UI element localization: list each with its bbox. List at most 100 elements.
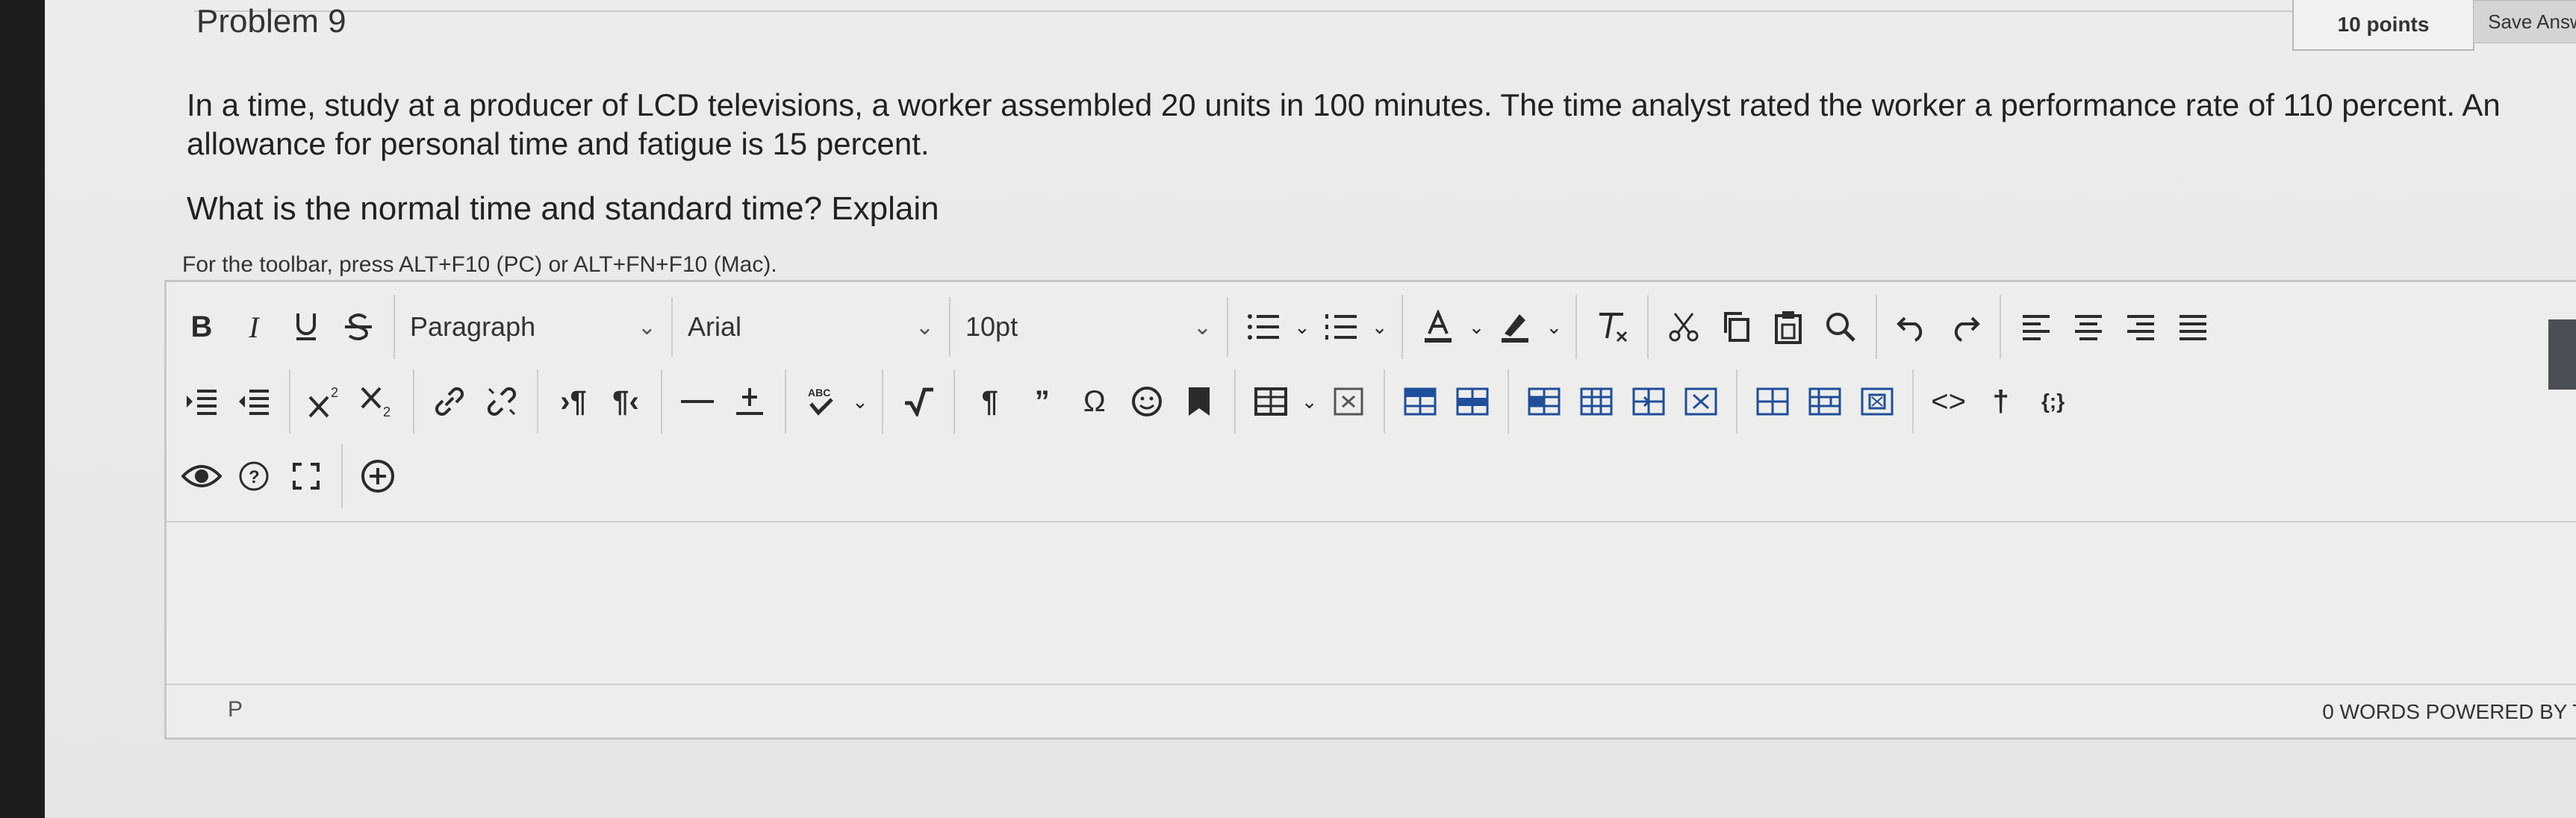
align-justify-icon[interactable] <box>2171 301 2215 353</box>
copy-icon[interactable] <box>1714 301 1758 353</box>
preview-eye-icon[interactable] <box>180 450 223 502</box>
chevron-down-icon: ⌄ <box>637 314 656 340</box>
blockquote-icon[interactable]: ” <box>1021 375 1064 428</box>
code-sample-icon[interactable]: {;} <box>2032 375 2075 428</box>
svg-text:2: 2 <box>383 405 391 418</box>
merge-cells-icon[interactable] <box>1751 375 1794 428</box>
add-content-group <box>343 444 413 508</box>
outdent-icon[interactable] <box>232 375 276 428</box>
editor-content-area[interactable] <box>167 522 2576 679</box>
block-format-value: Paragraph <box>410 311 536 342</box>
toolbar-row-1: B I Paragraph ⌄ Arial ⌄ 10pt ⌄ ⌄ ⌄ ⌄ ⌄ <box>167 293 2228 360</box>
svg-text:2: 2 <box>331 385 338 400</box>
table-merge-group <box>1737 369 1914 434</box>
points-badge: 10 points <box>2292 0 2474 51</box>
italic-button[interactable]: I <box>232 301 276 353</box>
split-cells-icon[interactable] <box>1803 375 1847 428</box>
page: Problem 9 10 points Save Answer In a tim… <box>45 0 2576 818</box>
redo-icon[interactable] <box>1943 301 1986 353</box>
numbered-list-icon[interactable] <box>1319 301 1363 353</box>
spellcheck-group: ABC ⌄ <box>786 369 883 434</box>
delete-column-icon[interactable] <box>1679 375 1723 428</box>
direction-group: ›¶ ¶‹ <box>538 369 662 434</box>
cut-icon[interactable] <box>1662 301 1705 353</box>
chevron-down-icon[interactable]: ⌄ <box>1546 301 1562 353</box>
insert-row-before-icon[interactable] <box>1399 375 1442 428</box>
rtl-icon[interactable]: ¶‹ <box>604 375 647 428</box>
insert-line-icon[interactable] <box>728 375 771 428</box>
chevron-down-icon[interactable]: ⌄ <box>1372 301 1388 353</box>
toolbar-hint: For the toolbar, press ALT+F10 (PC) or A… <box>182 252 777 277</box>
align-center-icon[interactable] <box>2067 301 2110 353</box>
ltr-icon[interactable]: ›¶ <box>552 375 595 428</box>
text-color-icon[interactable] <box>1416 301 1460 353</box>
script-group: 2 2 <box>290 369 414 434</box>
table-row-group <box>1385 369 1509 434</box>
find-replace-icon[interactable] <box>1819 301 1862 353</box>
underline-button[interactable] <box>284 301 328 353</box>
source-code-icon[interactable]: <> <box>1927 375 1970 428</box>
bullet-list-icon[interactable] <box>1242 301 1285 353</box>
table-properties-icon[interactable] <box>1855 375 1899 428</box>
insert-column-before-icon[interactable] <box>1575 375 1618 428</box>
anchor-icon[interactable]: † <box>1979 375 2023 428</box>
block-format-select[interactable]: Paragraph ⌄ <box>395 297 673 357</box>
clear-format-group <box>1577 295 1649 359</box>
list-group: ⌄ ⌄ <box>1228 295 1403 359</box>
chevron-down-icon[interactable]: ⌄ <box>1294 301 1310 353</box>
save-answer-button[interactable]: Save Answer <box>2473 0 2576 43</box>
chevron-down-icon[interactable]: ⌄ <box>852 375 868 428</box>
indent-icon[interactable] <box>180 375 223 428</box>
pilcrow-icon[interactable]: ¶ <box>968 375 1012 428</box>
svg-text:ABC: ABC <box>808 387 830 399</box>
color-group: ⌄ ⌄ <box>1403 295 1578 359</box>
header-divider <box>194 0 2345 12</box>
add-content-icon[interactable] <box>356 450 399 502</box>
clear-formatting-icon[interactable] <box>1590 301 1634 353</box>
link-group <box>414 369 538 434</box>
strikethrough-button[interactable] <box>337 301 380 353</box>
indent-group <box>167 369 290 434</box>
question-prompt: What is the normal time and standard tim… <box>187 190 939 227</box>
table-icon[interactable] <box>1249 375 1292 428</box>
align-left-icon[interactable] <box>2015 301 2058 353</box>
spellcheck-icon[interactable]: ABC <box>800 375 843 428</box>
element-path[interactable]: P <box>228 697 243 722</box>
superscript-icon[interactable]: 2 <box>304 375 347 428</box>
fullscreen-icon[interactable] <box>284 450 328 502</box>
insert-row-after-icon[interactable] <box>1451 375 1494 428</box>
table-cell-group <box>1509 369 1737 434</box>
text-style-group: B I <box>167 295 395 359</box>
screen-edge <box>0 0 45 818</box>
chevron-down-icon[interactable]: ⌄ <box>1301 375 1318 428</box>
emoticon-icon[interactable] <box>1125 375 1169 428</box>
rich-text-editor: B I Paragraph ⌄ Arial ⌄ 10pt ⌄ ⌄ ⌄ ⌄ ⌄ 2… <box>164 280 2576 740</box>
chevron-down-icon: ⌄ <box>1192 314 1212 340</box>
align-group <box>2001 295 2228 359</box>
chevron-down-icon: ⌄ <box>915 314 934 340</box>
horizontal-rule-icon[interactable] <box>676 375 719 428</box>
unlink-icon[interactable] <box>480 375 523 428</box>
word-count: 0 WORDS POWERED BY TINY <box>2322 700 2576 723</box>
special-group: ¶ ” Ω <box>955 369 1236 434</box>
insert-column-after-icon[interactable] <box>1627 375 1670 428</box>
subscript-icon[interactable]: 2 <box>356 375 399 428</box>
align-right-icon[interactable] <box>2119 301 2162 353</box>
font-family-value: Arial <box>688 311 742 342</box>
link-icon[interactable] <box>428 375 471 428</box>
bold-button[interactable]: B <box>180 301 223 353</box>
more-options-button[interactable]: ... <box>2548 319 2576 390</box>
font-family-select[interactable]: Arial ⌄ <box>673 297 951 357</box>
special-character-icon[interactable]: Ω <box>1073 375 1116 428</box>
font-size-select[interactable]: 10pt ⌄ <box>951 297 1228 357</box>
bookmark-icon[interactable] <box>1177 375 1221 428</box>
help-icon[interactable]: ? <box>232 450 276 502</box>
delete-row-icon[interactable] <box>1522 375 1566 428</box>
math-equation-icon[interactable] <box>897 375 940 428</box>
paste-icon[interactable] <box>1767 301 1810 353</box>
chevron-down-icon[interactable]: ⌄ <box>1469 301 1485 353</box>
delete-table-icon[interactable] <box>1327 375 1370 428</box>
undo-icon[interactable] <box>1891 301 1934 353</box>
problem-title: Problem 9 <box>196 3 346 40</box>
highlight-color-icon[interactable] <box>1493 301 1537 353</box>
